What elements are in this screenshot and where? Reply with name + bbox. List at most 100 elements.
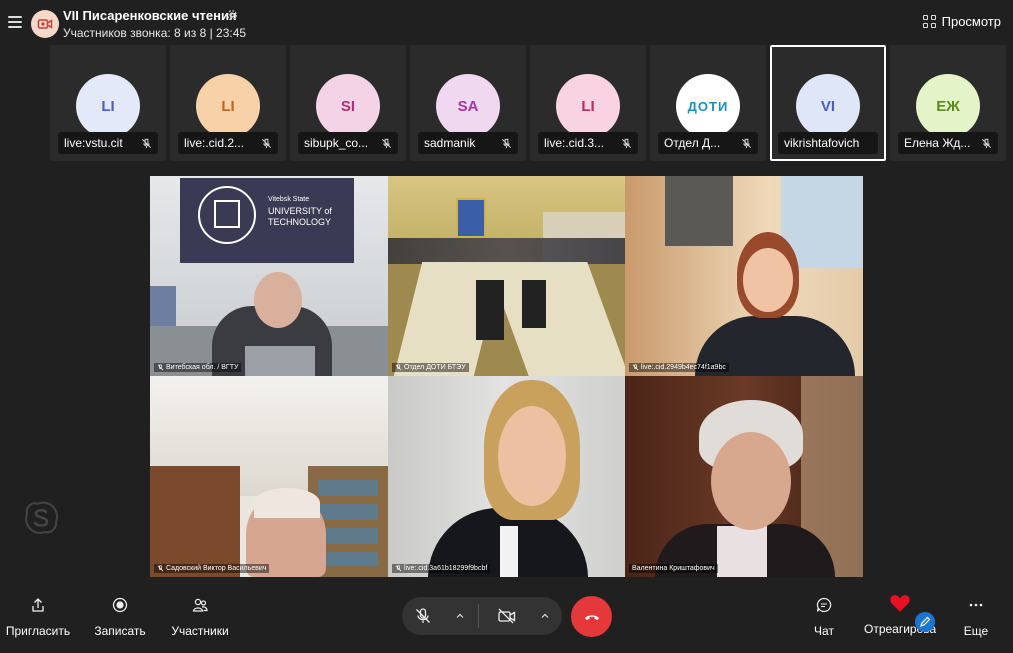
- hang-up-button[interactable]: [571, 596, 612, 637]
- participant-tile[interactable]: SA sadmanik: [410, 45, 526, 161]
- chevron-up-icon: [456, 613, 464, 618]
- participant-tile[interactable]: ЕЖ Елена Жд...: [890, 45, 1006, 161]
- mic-off-icon: [395, 565, 402, 572]
- participant-name: Отдел Д...: [664, 136, 721, 150]
- mic-off-icon: [142, 138, 151, 148]
- menu-icon[interactable]: [8, 16, 22, 28]
- call-header: VII Писаренковские чтения Участников зво…: [0, 0, 1013, 44]
- heart-icon: [890, 595, 910, 612]
- video-tile[interactable]: Vitebsk State UNIVERSITY of TECHNOLOGY В…: [150, 176, 388, 376]
- avatar: LI: [76, 74, 140, 138]
- participant-name: sibupk_co...: [304, 136, 369, 150]
- participant-name-bar: live:vstu.cit: [58, 132, 158, 154]
- record-label: Записать: [94, 624, 146, 638]
- video-label: live:.cid.3a61b18299f9bcbf: [392, 564, 491, 573]
- hang-up-icon: [584, 614, 599, 620]
- participant-strip: LI live:vstu.cit LI live:.cid.2... SI sibupk_…: [50, 45, 1006, 161]
- view-button-label: Просмотр: [941, 14, 1001, 29]
- record-button[interactable]: Записать: [93, 596, 147, 638]
- participant-name-bar: sadmanik: [418, 132, 518, 154]
- participant-name-bar: Елена Жд...: [898, 132, 998, 154]
- chat-button[interactable]: Чат: [808, 596, 840, 638]
- video-tile[interactable]: live:.cid.3a61b18299f9bcbf: [388, 376, 625, 577]
- video-label: Садовский Виктор Васильевич: [154, 564, 270, 573]
- mic-off-icon: [502, 138, 511, 148]
- controls-divider: [478, 604, 479, 628]
- participants-button[interactable]: Участники: [170, 596, 230, 638]
- mic-off-icon: [157, 565, 164, 572]
- participant-name-bar: Отдел Д...: [658, 132, 758, 154]
- chat-label: Чат: [814, 624, 834, 638]
- chat-icon: [816, 597, 832, 613]
- call-participants-count: Участников звонка: 8 из 8 | 23:45: [63, 26, 247, 40]
- camera-options-chevron[interactable]: [537, 608, 553, 624]
- video-tile[interactable]: Отдел ДОТИ БТЭУ: [388, 176, 625, 376]
- microphone-button[interactable]: [404, 597, 442, 635]
- participant-name: sadmanik: [424, 136, 476, 150]
- avatar: LI: [556, 74, 620, 138]
- participant-name-bar: vikrishtafovich: [778, 132, 878, 154]
- more-button[interactable]: Еще: [963, 596, 989, 638]
- mic-options-chevron[interactable]: [452, 608, 468, 624]
- participant-name-bar: sibupk_co...: [298, 132, 398, 154]
- video-tile[interactable]: Садовский Виктор Васильевич: [150, 376, 388, 577]
- university-sign: Vitebsk State UNIVERSITY of TECHNOLOGY: [180, 178, 354, 263]
- video-tile[interactable]: live:.cid.2949b4ec74f1a9bc: [625, 176, 863, 376]
- avatar: LI: [196, 74, 260, 138]
- participants-label: Участники: [171, 624, 229, 638]
- avatar: ДОТИ: [676, 74, 740, 138]
- participant-tile[interactable]: ДОТИ Отдел Д...: [650, 45, 766, 161]
- participant-name: Елена Жд...: [904, 136, 971, 150]
- share-icon: [32, 598, 44, 612]
- camera-off-icon: [498, 608, 516, 624]
- video-grid: Vitebsk State UNIVERSITY of TECHNOLOGY В…: [150, 176, 863, 577]
- avatar: VI: [796, 74, 860, 138]
- video-tile[interactable]: Валентина Криштафович: [625, 376, 863, 577]
- invite-label: Пригласить: [5, 624, 71, 638]
- participant-name-bar: live:.cid.3...: [538, 132, 638, 154]
- avatar: SI: [316, 74, 380, 138]
- mic-off-icon: [622, 138, 631, 148]
- view-button[interactable]: Просмотр: [922, 14, 1001, 29]
- grid-icon: [922, 15, 936, 28]
- mic-off-icon: [262, 138, 271, 148]
- video-label: Валентина Криштафович: [629, 564, 718, 573]
- more-icon: [969, 603, 983, 607]
- video-label: live:.cid.2949b4ec74f1a9bc: [629, 363, 729, 372]
- participant-tile[interactable]: LI live:.cid.2...: [170, 45, 286, 161]
- call-avatar-icon[interactable]: [31, 10, 59, 38]
- sign-line-3: TECHNOLOGY: [268, 217, 332, 227]
- participant-tile[interactable]: LI live:vstu.cit: [50, 45, 166, 161]
- video-label: Отдел ДОТИ БТЭУ: [392, 363, 469, 372]
- mic-off-icon: [395, 364, 402, 371]
- camera-button[interactable]: [488, 597, 526, 635]
- invite-button[interactable]: Пригласить: [5, 596, 71, 638]
- sign-line-2: UNIVERSITY of: [268, 206, 332, 216]
- participant-name: live:vstu.cit: [64, 136, 123, 150]
- sign-line-1: Vitebsk State: [268, 196, 310, 203]
- mic-off-icon: [382, 138, 391, 148]
- more-label: Еще: [963, 624, 989, 638]
- call-title: VII Писаренковские чтения: [63, 8, 237, 23]
- pen-icon[interactable]: [915, 612, 935, 632]
- avatar: SA: [436, 74, 500, 138]
- people-icon: [192, 598, 208, 612]
- participant-tile[interactable]: VI vikrishtafovich: [770, 45, 886, 161]
- participant-name: live:.cid.2...: [184, 136, 245, 150]
- skype-logo: [25, 501, 59, 534]
- mic-off-icon: [416, 608, 430, 623]
- participant-name: live:.cid.3...: [544, 136, 605, 150]
- mic-off-icon: [632, 364, 639, 371]
- participant-tile[interactable]: LI live:.cid.3...: [530, 45, 646, 161]
- avatar: ЕЖ: [916, 74, 980, 138]
- participant-name-bar: live:.cid.2...: [178, 132, 278, 154]
- video-label: Витебская обл. / ВГТУ: [154, 363, 242, 372]
- participant-tile[interactable]: SI sibupk_co...: [290, 45, 406, 161]
- mic-off-icon: [982, 138, 991, 148]
- participant-name: vikrishtafovich: [784, 136, 860, 150]
- record-icon: [112, 597, 128, 613]
- mic-off-icon: [157, 364, 164, 371]
- mic-off-icon: [742, 138, 751, 148]
- chevron-up-icon: [541, 613, 549, 618]
- gear-icon[interactable]: [226, 9, 238, 21]
